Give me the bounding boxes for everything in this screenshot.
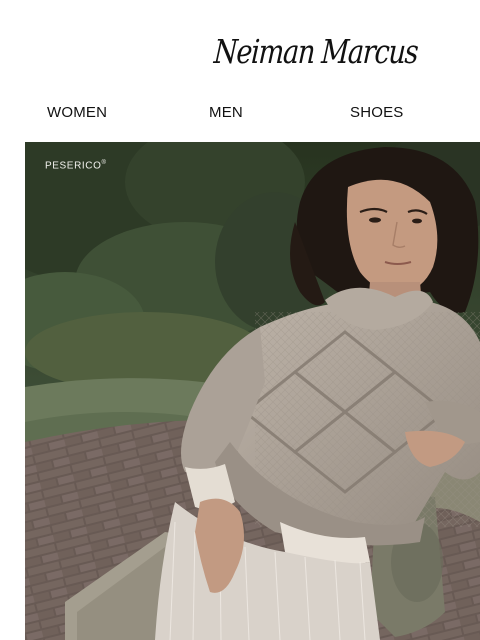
hero-photo-illustration xyxy=(25,142,480,640)
registered-mark: ® xyxy=(101,160,107,166)
neiman-marcus-logo[interactable]: Neiman Marcus xyxy=(212,20,419,84)
brand-label: PESERICO® xyxy=(45,160,107,171)
email-header: Neiman Marcus xyxy=(0,0,480,96)
hero-image[interactable]: PESERICO® xyxy=(25,142,480,640)
nav-link-women[interactable]: WOMEN xyxy=(47,104,107,121)
category-nav: WOMEN MEN SHOES xyxy=(0,96,480,128)
brand-label-text: PESERICO xyxy=(45,160,102,172)
nav-link-men[interactable]: MEN xyxy=(209,104,243,121)
nav-link-shoes[interactable]: SHOES xyxy=(350,104,404,121)
